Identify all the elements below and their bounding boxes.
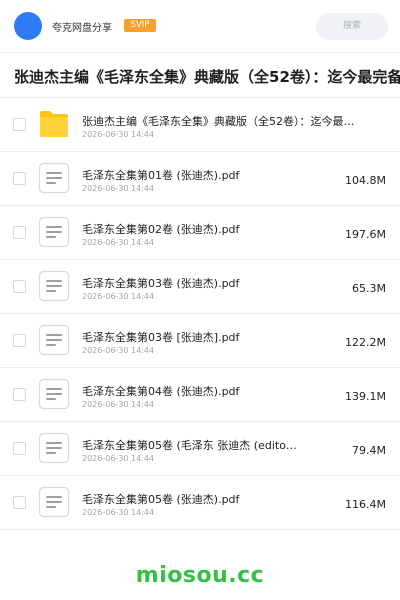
folder-icon (40, 111, 68, 137)
file-row[interactable]: 毛泽东全集第03卷 (张迪杰).pdf 2026-06-30 14:44 65.… (0, 260, 400, 314)
file-size: 65.3M (352, 282, 386, 295)
file-date: 2026-06-30 14:44 (82, 130, 155, 139)
file-date: 2026-06-30 14:44 (82, 400, 155, 409)
file-name: 毛泽东全集第04卷 (张迪杰).pdf (82, 385, 240, 398)
file-size: 122.2M (345, 336, 386, 349)
document-icon (38, 162, 70, 194)
file-size: 116.4M (345, 498, 386, 511)
file-name: 毛泽东全集第02卷 (张迪杰).pdf (82, 223, 240, 236)
file-name: 毛泽东全集第05卷 (毛泽东 张迪杰 (edito… (82, 439, 297, 452)
document-icon (38, 432, 70, 464)
document-icon (38, 486, 70, 518)
document-icon (38, 216, 70, 248)
file-date: 2026-06-30 14:44 (82, 184, 155, 193)
svip-badge: SVIP (124, 19, 156, 32)
row-checkbox[interactable] (13, 442, 26, 455)
row-checkbox[interactable] (13, 226, 26, 239)
row-checkbox[interactable] (13, 334, 26, 347)
document-icon (38, 324, 70, 356)
file-row[interactable]: 毛泽东全集第05卷 (张迪杰).pdf 2026-06-30 14:44 116… (0, 476, 400, 530)
header: 夸克网盘分享 SVIP 搜索 (0, 0, 400, 52)
row-checkbox[interactable] (13, 172, 26, 185)
file-size: 104.8M (345, 174, 386, 187)
file-name: 张迪杰主编《毛泽东全集》典藏版（全52卷）：迄今最… (82, 115, 355, 128)
row-checkbox[interactable] (13, 388, 26, 401)
file-name: 毛泽东全集第03卷 (张迪杰).pdf (82, 277, 240, 290)
row-checkbox[interactable] (13, 118, 26, 131)
document-icon (38, 270, 70, 302)
file-date: 2026-06-30 14:44 (82, 292, 155, 301)
file-row[interactable]: 毛泽东全集第01卷 (张迪杰).pdf 2026-06-30 14:44 104… (0, 152, 400, 206)
file-date: 2026-06-30 14:44 (82, 238, 155, 247)
file-row[interactable]: 张迪杰主编《毛泽东全集》典藏版（全52卷）：迄今最… 2026-06-30 14… (0, 98, 400, 152)
file-row[interactable]: 毛泽东全集第04卷 (张迪杰).pdf 2026-06-30 14:44 139… (0, 368, 400, 422)
file-size: 79.4M (352, 444, 386, 457)
page-title: 张迪杰主编《毛泽东全集》典藏版（全52卷）：迄今最完备 (14, 68, 400, 86)
file-name: 毛泽东全集第01卷 (张迪杰).pdf (82, 169, 240, 182)
file-name: 毛泽东全集第03卷 [张迪杰].pdf (82, 331, 240, 344)
avatar[interactable] (14, 12, 42, 40)
watermark: miosou.cc (135, 563, 265, 588)
title-bar: 张迪杰主编《毛泽东全集》典藏版（全52卷）：迄今最完备 (0, 52, 400, 98)
document-icon (38, 378, 70, 410)
user-name: 夸克网盘分享 (52, 23, 112, 34)
file-size: 197.6M (345, 228, 386, 241)
file-row[interactable]: 毛泽东全集第03卷 [张迪杰].pdf 2026-06-30 14:44 122… (0, 314, 400, 368)
file-size: 139.1M (345, 390, 386, 403)
file-date: 2026-06-30 14:44 (82, 454, 155, 463)
file-date: 2026-06-30 14:44 (82, 346, 155, 355)
search-button[interactable]: 搜索 (316, 13, 388, 40)
file-row[interactable]: 毛泽东全集第05卷 (毛泽东 张迪杰 (edito… 2026-06-30 14… (0, 422, 400, 476)
file-row[interactable]: 毛泽东全集第02卷 (张迪杰).pdf 2026-06-30 14:44 197… (0, 206, 400, 260)
file-date: 2026-06-30 14:44 (82, 508, 155, 517)
file-name: 毛泽东全集第05卷 (张迪杰).pdf (82, 493, 240, 506)
row-checkbox[interactable] (13, 496, 26, 509)
row-checkbox[interactable] (13, 280, 26, 293)
file-list: 张迪杰主编《毛泽东全集》典藏版（全52卷）：迄今最… 2026-06-30 14… (0, 98, 400, 530)
